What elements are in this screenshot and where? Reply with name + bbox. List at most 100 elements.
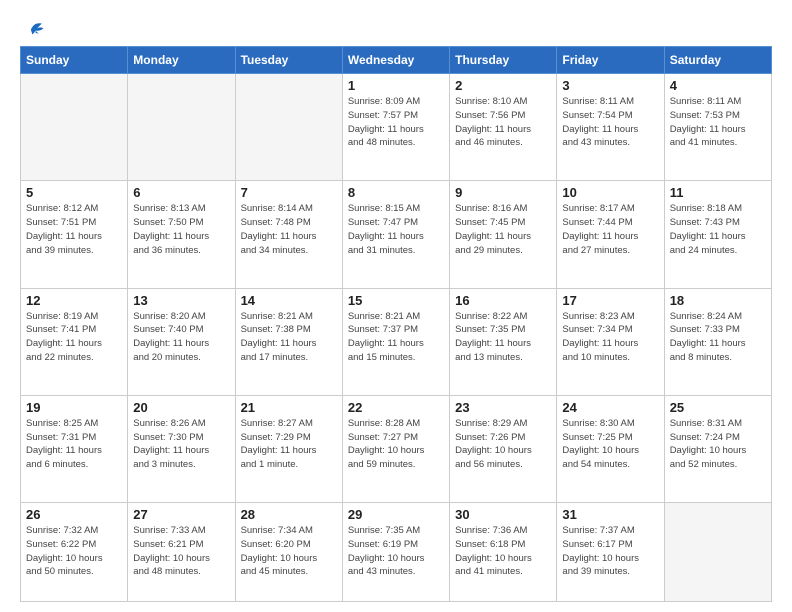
calendar-cell: 15Sunrise: 8:21 AM Sunset: 7:37 PM Dayli… [342, 288, 449, 395]
day-info: Sunrise: 8:19 AM Sunset: 7:41 PM Dayligh… [26, 310, 122, 365]
logo [20, 18, 45, 36]
calendar-cell [664, 503, 771, 602]
day-number: 12 [26, 293, 122, 308]
calendar-cell: 2Sunrise: 8:10 AM Sunset: 7:56 PM Daylig… [450, 74, 557, 181]
calendar-cell: 24 Sunrise: 8:30 AM Sunset: 7:25 PM Dayli… [557, 395, 664, 502]
day-number: 21 [241, 400, 337, 415]
calendar-cell: 19 Sunrise: 8:25 AM Sunset: 7:31 PM Dayli… [21, 395, 128, 502]
day-number: 11 [670, 185, 766, 200]
day-info: Sunrise: 7:33 AM Sunset: 6:21 PM Dayligh… [133, 524, 229, 579]
day-info: Sunrise: 8:21 AM Sunset: 7:38 PM Dayligh… [241, 310, 337, 365]
day-info: Sunrise: 8:18 AM Sunset: 7:43 PM Dayligh… [670, 202, 766, 257]
calendar-cell: 14 Sunrise: 8:21 AM Sunset: 7:38 PM Dayli… [235, 288, 342, 395]
weekday-header-friday: Friday [557, 47, 664, 74]
day-number: 31 [562, 507, 658, 522]
day-info: Sunrise: 8:15 AM Sunset: 7:47 PM Dayligh… [348, 202, 444, 257]
calendar-cell [128, 74, 235, 181]
day-info: Sunrise: 8:25 AM Sunset: 7:31 PM Dayligh… [26, 417, 122, 472]
calendar-cell: 9 Sunrise: 8:16 AM Sunset: 7:45 PM Daylig… [450, 181, 557, 288]
day-number: 29 [348, 507, 444, 522]
day-number: 22 [348, 400, 444, 415]
weekday-header-sunday: Sunday [21, 47, 128, 74]
day-number: 20 [133, 400, 229, 415]
calendar-cell: 6Sunrise: 8:13 AM Sunset: 7:50 PM Daylig… [128, 181, 235, 288]
calendar-cell [21, 74, 128, 181]
day-number: 23 [455, 400, 551, 415]
day-info: Sunrise: 7:32 AM Sunset: 6:22 PM Dayligh… [26, 524, 122, 579]
calendar-cell: 13Sunrise: 8:20 AM Sunset: 7:40 PM Dayli… [128, 288, 235, 395]
day-number: 15 [348, 293, 444, 308]
day-info: Sunrise: 8:29 AM Sunset: 7:26 PM Dayligh… [455, 417, 551, 472]
calendar-cell: 27 Sunrise: 7:33 AM Sunset: 6:21 PM Dayli… [128, 503, 235, 602]
calendar-cell: 18 Sunrise: 8:24 AM Sunset: 7:33 PM Dayli… [664, 288, 771, 395]
day-number: 3 [562, 78, 658, 93]
day-number: 27 [133, 507, 229, 522]
weekday-header-thursday: Thursday [450, 47, 557, 74]
day-info: Sunrise: 8:22 AM Sunset: 7:35 PM Dayligh… [455, 310, 551, 365]
day-info: Sunrise: 8:28 AM Sunset: 7:27 PM Dayligh… [348, 417, 444, 472]
calendar-cell: 5 Sunrise: 8:12 AM Sunset: 7:51 PM Daylig… [21, 181, 128, 288]
calendar-cell: 28 Sunrise: 7:34 AM Sunset: 6:20 PM Dayli… [235, 503, 342, 602]
calendar-cell: 29 Sunrise: 7:35 AM Sunset: 6:19 PM Dayli… [342, 503, 449, 602]
weekday-header-tuesday: Tuesday [235, 47, 342, 74]
calendar-cell: 3Sunrise: 8:11 AM Sunset: 7:54 PM Daylig… [557, 74, 664, 181]
day-number: 4 [670, 78, 766, 93]
day-info: Sunrise: 8:24 AM Sunset: 7:33 PM Dayligh… [670, 310, 766, 365]
weekday-header-wednesday: Wednesday [342, 47, 449, 74]
calendar-cell: 8Sunrise: 8:15 AM Sunset: 7:47 PM Daylig… [342, 181, 449, 288]
day-number: 25 [670, 400, 766, 415]
day-info: Sunrise: 8:27 AM Sunset: 7:29 PM Dayligh… [241, 417, 337, 472]
day-info: Sunrise: 7:37 AM Sunset: 6:17 PM Dayligh… [562, 524, 658, 579]
day-number: 1 [348, 78, 444, 93]
day-number: 7 [241, 185, 337, 200]
calendar-cell: 11 Sunrise: 8:18 AM Sunset: 7:43 PM Dayli… [664, 181, 771, 288]
day-info: Sunrise: 8:26 AM Sunset: 7:30 PM Dayligh… [133, 417, 229, 472]
calendar-cell: 31 Sunrise: 7:37 AM Sunset: 6:17 PM Dayli… [557, 503, 664, 602]
calendar-cell: 1Sunrise: 8:09 AM Sunset: 7:57 PM Daylig… [342, 74, 449, 181]
day-info: Sunrise: 8:17 AM Sunset: 7:44 PM Dayligh… [562, 202, 658, 257]
day-number: 24 [562, 400, 658, 415]
day-number: 17 [562, 293, 658, 308]
day-number: 9 [455, 185, 551, 200]
calendar-cell: 4Sunrise: 8:11 AM Sunset: 7:53 PM Daylig… [664, 74, 771, 181]
day-info: Sunrise: 8:12 AM Sunset: 7:51 PM Dayligh… [26, 202, 122, 257]
calendar-cell: 17 Sunrise: 8:23 AM Sunset: 7:34 PM Dayli… [557, 288, 664, 395]
day-number: 30 [455, 507, 551, 522]
logo-bird-icon [23, 18, 45, 40]
day-number: 5 [26, 185, 122, 200]
day-number: 14 [241, 293, 337, 308]
calendar-cell: 12 Sunrise: 8:19 AM Sunset: 7:41 PM Dayli… [21, 288, 128, 395]
day-info: Sunrise: 8:20 AM Sunset: 7:40 PM Dayligh… [133, 310, 229, 365]
day-info: Sunrise: 8:31 AM Sunset: 7:24 PM Dayligh… [670, 417, 766, 472]
day-info: Sunrise: 8:14 AM Sunset: 7:48 PM Dayligh… [241, 202, 337, 257]
day-info: Sunrise: 7:35 AM Sunset: 6:19 PM Dayligh… [348, 524, 444, 579]
calendar-cell [235, 74, 342, 181]
day-number: 19 [26, 400, 122, 415]
day-number: 6 [133, 185, 229, 200]
calendar-cell: 26 Sunrise: 7:32 AM Sunset: 6:22 PM Dayli… [21, 503, 128, 602]
day-number: 28 [241, 507, 337, 522]
calendar-cell: 20 Sunrise: 8:26 AM Sunset: 7:30 PM Dayli… [128, 395, 235, 502]
calendar-week-row: 12 Sunrise: 8:19 AM Sunset: 7:41 PM Dayli… [21, 288, 772, 395]
calendar-cell: 22 Sunrise: 8:28 AM Sunset: 7:27 PM Dayli… [342, 395, 449, 502]
weekday-header-monday: Monday [128, 47, 235, 74]
day-info: Sunrise: 8:16 AM Sunset: 7:45 PM Dayligh… [455, 202, 551, 257]
calendar-cell: 30Sunrise: 7:36 AM Sunset: 6:18 PM Dayli… [450, 503, 557, 602]
day-info: Sunrise: 8:23 AM Sunset: 7:34 PM Dayligh… [562, 310, 658, 365]
calendar-week-row: 1Sunrise: 8:09 AM Sunset: 7:57 PM Daylig… [21, 74, 772, 181]
day-info: Sunrise: 8:30 AM Sunset: 7:25 PM Dayligh… [562, 417, 658, 472]
day-info: Sunrise: 7:34 AM Sunset: 6:20 PM Dayligh… [241, 524, 337, 579]
day-number: 18 [670, 293, 766, 308]
calendar-cell: 23 Sunrise: 8:29 AM Sunset: 7:26 PM Dayli… [450, 395, 557, 502]
header [20, 18, 772, 36]
day-number: 26 [26, 507, 122, 522]
calendar-cell: 21 Sunrise: 8:27 AM Sunset: 7:29 PM Dayli… [235, 395, 342, 502]
weekday-header-row: SundayMondayTuesdayWednesdayThursdayFrid… [21, 47, 772, 74]
calendar-cell: 16 Sunrise: 8:22 AM Sunset: 7:35 PM Dayli… [450, 288, 557, 395]
calendar-cell: 7 Sunrise: 8:14 AM Sunset: 7:48 PM Daylig… [235, 181, 342, 288]
calendar-week-row: 19 Sunrise: 8:25 AM Sunset: 7:31 PM Dayli… [21, 395, 772, 502]
calendar-cell: 25 Sunrise: 8:31 AM Sunset: 7:24 PM Dayli… [664, 395, 771, 502]
calendar-week-row: 26 Sunrise: 7:32 AM Sunset: 6:22 PM Dayli… [21, 503, 772, 602]
day-number: 16 [455, 293, 551, 308]
day-number: 2 [455, 78, 551, 93]
